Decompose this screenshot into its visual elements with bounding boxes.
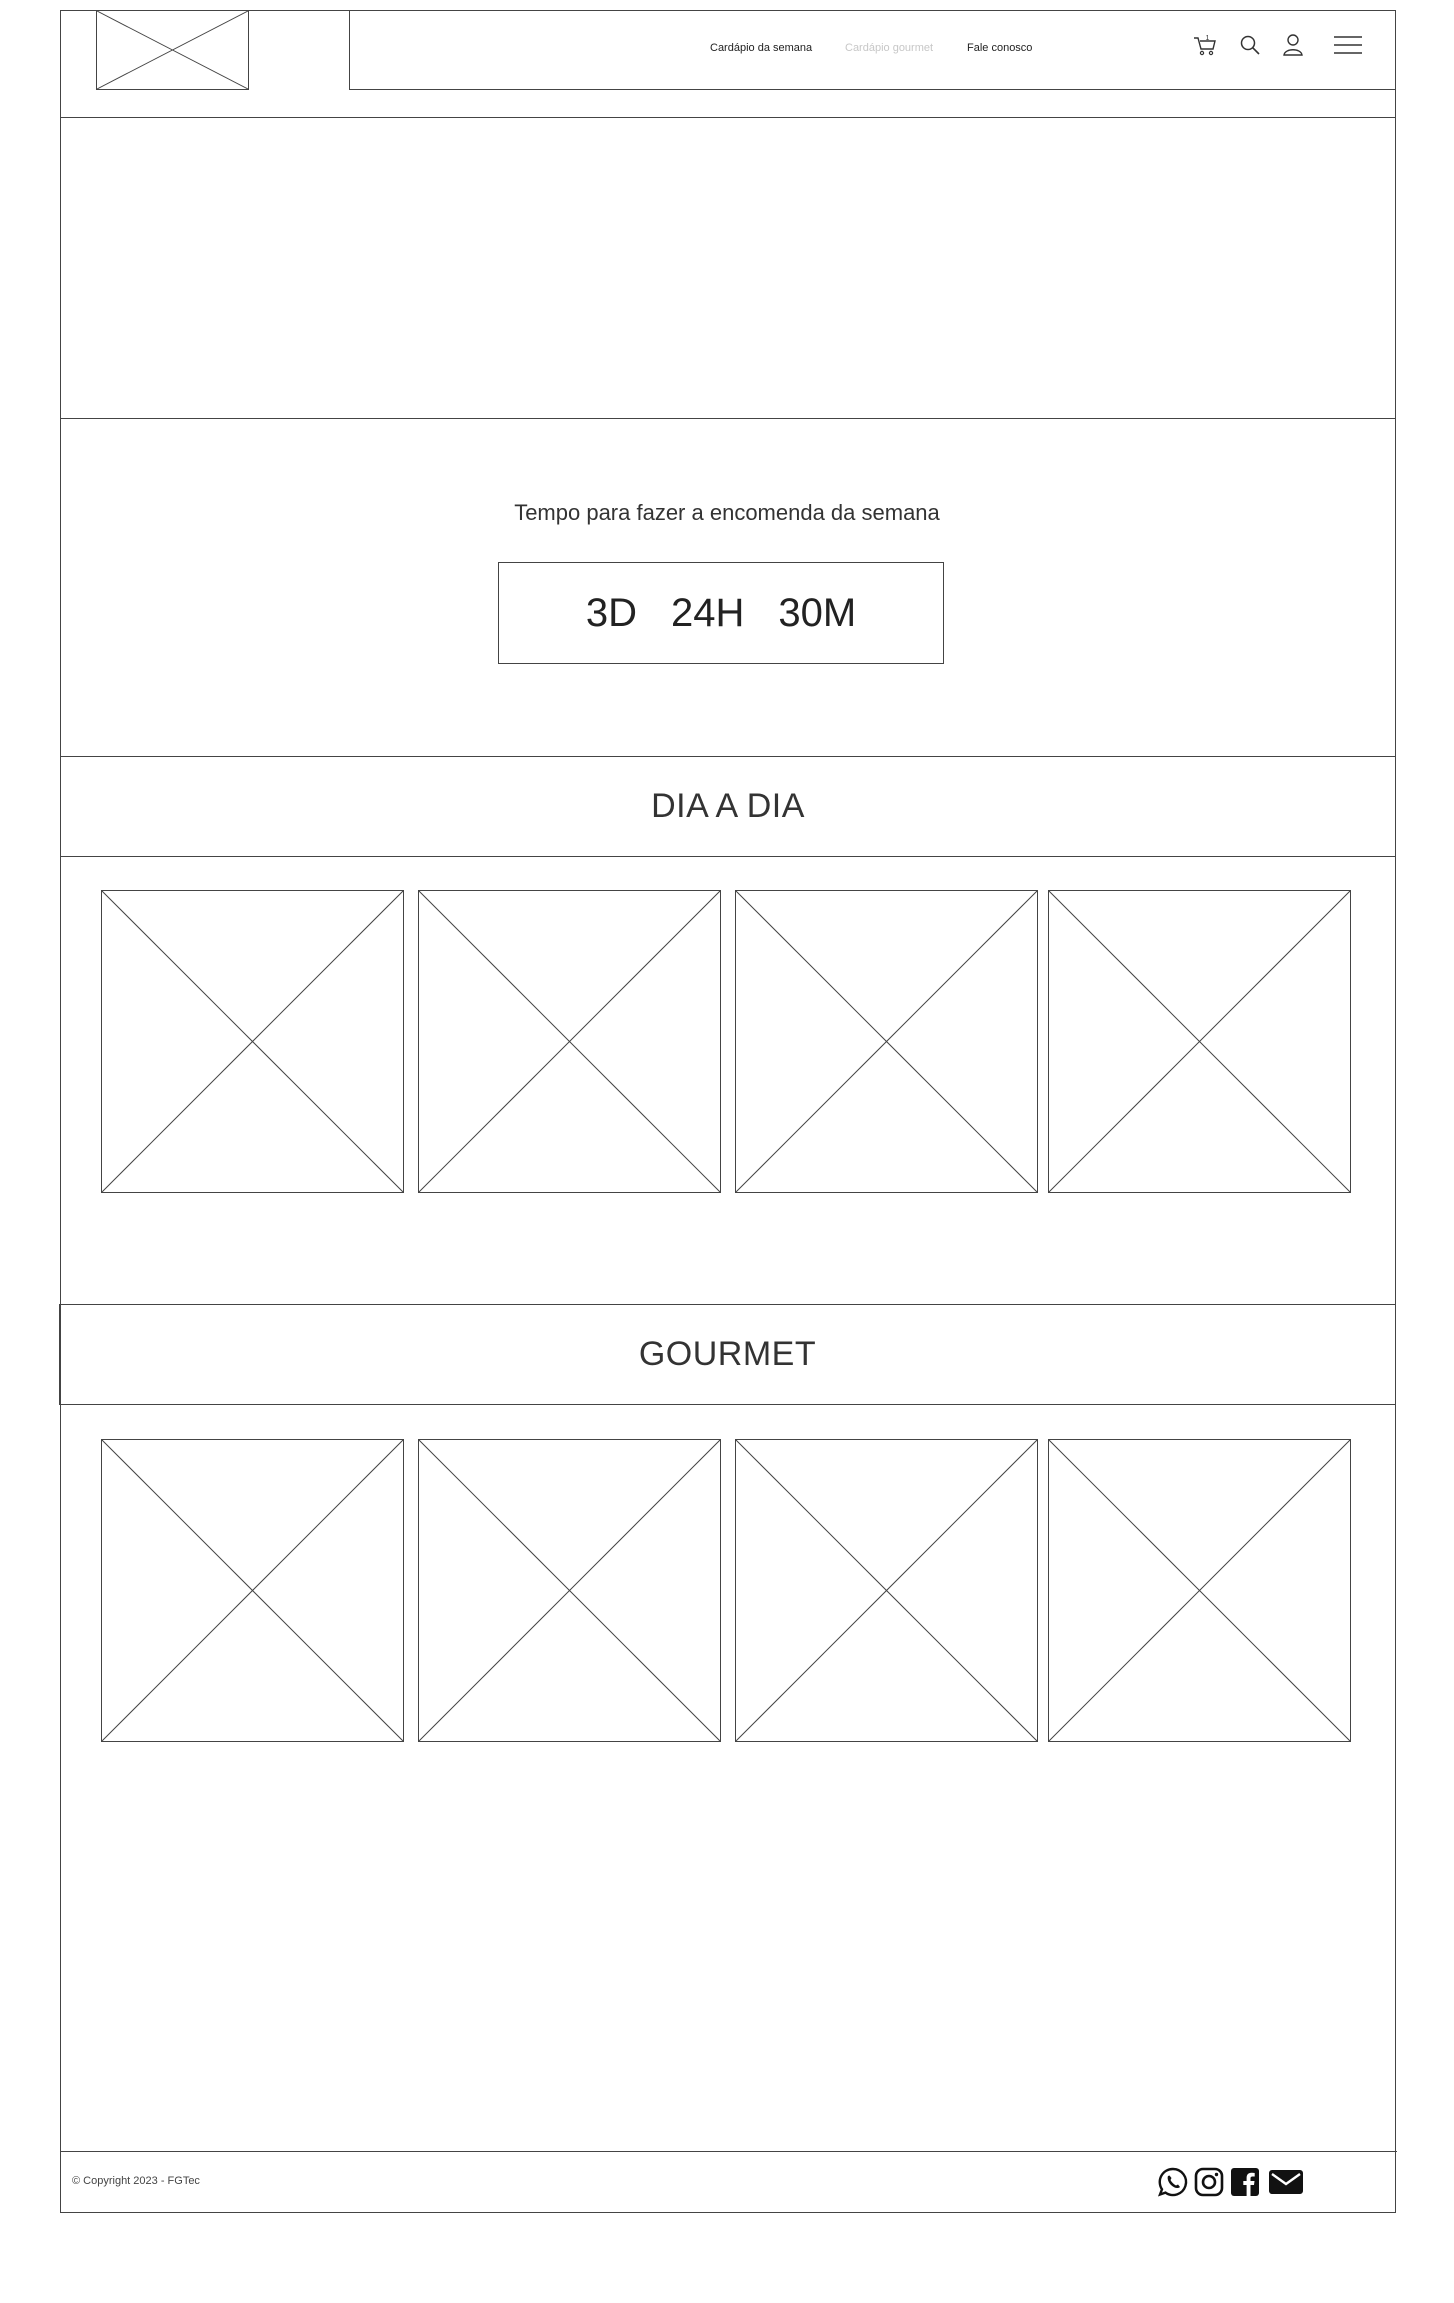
section-title-dia-a-dia: DIA A DIA — [60, 756, 1396, 857]
image-placeholder-icon — [736, 891, 1037, 1192]
facebook-icon[interactable] — [1230, 2166, 1262, 2198]
search-icon[interactable] — [1235, 30, 1265, 60]
image-placeholder-icon — [419, 891, 720, 1192]
image-placeholder-icon — [1049, 1440, 1350, 1741]
hero-banner — [60, 117, 1396, 419]
countdown-hours: 24H — [670, 590, 745, 635]
image-placeholder-icon — [102, 1440, 403, 1741]
user-icon[interactable] — [1278, 30, 1308, 60]
countdown-minutes: 30M — [778, 590, 857, 635]
cart-count-badge: 1 — [1206, 35, 1210, 42]
countdown-days: 3D — [585, 590, 637, 635]
product-card-gourmet-2[interactable] — [418, 1439, 721, 1742]
image-placeholder-icon — [1049, 891, 1350, 1192]
product-card-gourmet-3[interactable] — [735, 1439, 1038, 1742]
whatsapp-icon[interactable] — [1157, 2166, 1189, 2198]
product-card-gourmet-4[interactable] — [1048, 1439, 1351, 1742]
menu-icon[interactable] — [1331, 30, 1365, 60]
product-card-dia-3[interactable] — [735, 890, 1038, 1193]
section-title-gourmet: GOURMET — [59, 1304, 1396, 1405]
cart-icon[interactable]: 1 — [1190, 30, 1220, 60]
instagram-icon[interactable] — [1193, 2166, 1225, 2198]
nav-cardapio-semana[interactable]: Cardápio da semana — [710, 42, 812, 54]
logo-placeholder[interactable] — [96, 10, 249, 90]
email-icon[interactable] — [1268, 2166, 1304, 2198]
footer-copyright: © Copyright 2023 - FGTec — [72, 2175, 200, 2187]
countdown-caption: Tempo para fazer a encomenda da semana — [514, 500, 940, 525]
nav-cardapio-gourmet[interactable]: Cardápio gourmet — [845, 42, 933, 54]
image-placeholder-icon — [736, 1440, 1037, 1741]
image-placeholder-icon — [102, 891, 403, 1192]
image-placeholder-icon — [419, 1440, 720, 1741]
nav-fale-conosco[interactable]: Fale conosco — [967, 42, 1032, 54]
countdown-timer: 3D 24H 30M — [498, 562, 944, 664]
image-placeholder-icon — [96, 10, 249, 90]
product-card-dia-1[interactable] — [101, 890, 404, 1193]
product-card-dia-2[interactable] — [418, 890, 721, 1193]
product-card-gourmet-1[interactable] — [101, 1439, 404, 1742]
product-card-dia-4[interactable] — [1048, 890, 1351, 1193]
